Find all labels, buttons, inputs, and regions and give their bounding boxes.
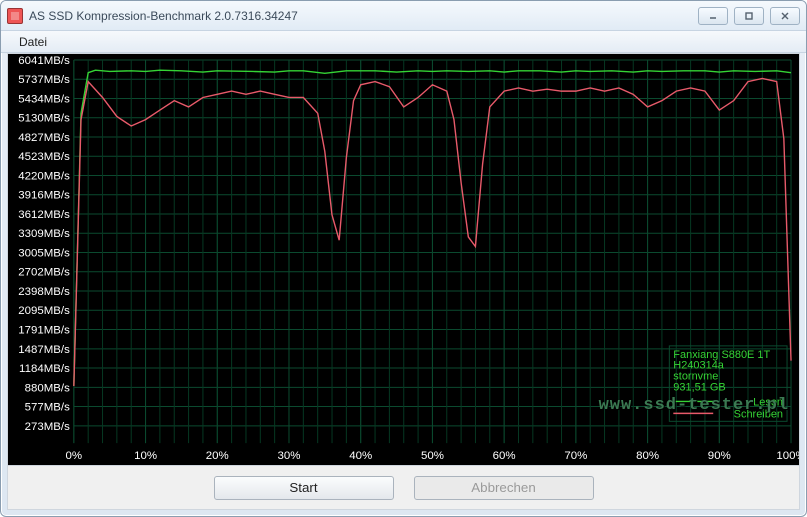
- svg-text:80%: 80%: [636, 450, 659, 462]
- svg-text:931,51 GB: 931,51 GB: [673, 382, 725, 394]
- svg-text:2702MB/s: 2702MB/s: [18, 267, 70, 279]
- svg-text:4220MB/s: 4220MB/s: [18, 170, 70, 182]
- svg-text:3309MB/s: 3309MB/s: [18, 228, 70, 240]
- svg-text:880MB/s: 880MB/s: [25, 382, 71, 394]
- app-icon: [7, 8, 23, 24]
- menubar: Datei: [1, 31, 806, 53]
- maximize-button[interactable]: [734, 7, 764, 25]
- svg-text:0%: 0%: [66, 450, 83, 462]
- svg-text:3916MB/s: 3916MB/s: [18, 190, 70, 202]
- svg-text:50%: 50%: [421, 450, 444, 462]
- svg-text:5737MB/s: 5737MB/s: [18, 74, 70, 86]
- svg-text:20%: 20%: [206, 450, 229, 462]
- svg-text:1791MB/s: 1791MB/s: [18, 325, 70, 337]
- minimize-button[interactable]: [698, 7, 728, 25]
- svg-text:1184MB/s: 1184MB/s: [19, 363, 70, 375]
- close-button[interactable]: [770, 7, 800, 25]
- svg-text:2398MB/s: 2398MB/s: [18, 286, 70, 298]
- svg-text:577MB/s: 577MB/s: [25, 402, 71, 414]
- svg-text:5434MB/s: 5434MB/s: [18, 93, 70, 105]
- window-title: AS SSD Kompression-Benchmark 2.0.7316.34…: [29, 9, 698, 23]
- client-area: 273MB/s 577MB/s 880MB/s 1184MB/s 1487MB/s 179…: [7, 53, 800, 510]
- svg-text:1487MB/s: 1487MB/s: [18, 344, 70, 356]
- svg-text:4523MB/s: 4523MB/s: [18, 151, 70, 163]
- svg-text:100%: 100%: [776, 450, 799, 462]
- watermark: www.ssd-tester.pl: [599, 396, 789, 415]
- svg-text:40%: 40%: [349, 450, 372, 462]
- svg-text:273MB/s: 273MB/s: [25, 421, 71, 433]
- svg-text:2095MB/s: 2095MB/s: [18, 305, 70, 317]
- titlebar: AS SSD Kompression-Benchmark 2.0.7316.34…: [1, 1, 806, 31]
- chart-area: 273MB/s 577MB/s 880MB/s 1184MB/s 1487MB/s 179…: [8, 54, 799, 465]
- svg-text:4827MB/s: 4827MB/s: [18, 132, 70, 144]
- app-window: AS SSD Kompression-Benchmark 2.0.7316.34…: [0, 0, 807, 517]
- window-buttons: [698, 7, 800, 25]
- cancel-button: Abbrechen: [414, 476, 594, 500]
- svg-text:3612MB/s: 3612MB/s: [18, 209, 70, 221]
- svg-text:30%: 30%: [278, 450, 301, 462]
- menu-file[interactable]: Datei: [11, 33, 55, 51]
- svg-text:10%: 10%: [134, 450, 157, 462]
- button-bar: Start Abbrechen: [8, 465, 799, 509]
- start-button[interactable]: Start: [214, 476, 394, 500]
- svg-text:6041MB/s: 6041MB/s: [18, 55, 70, 67]
- svg-text:60%: 60%: [493, 450, 516, 462]
- svg-text:3005MB/s: 3005MB/s: [18, 248, 70, 260]
- svg-text:5130MB/s: 5130MB/s: [18, 113, 70, 125]
- svg-text:70%: 70%: [564, 450, 587, 462]
- svg-text:90%: 90%: [708, 450, 731, 462]
